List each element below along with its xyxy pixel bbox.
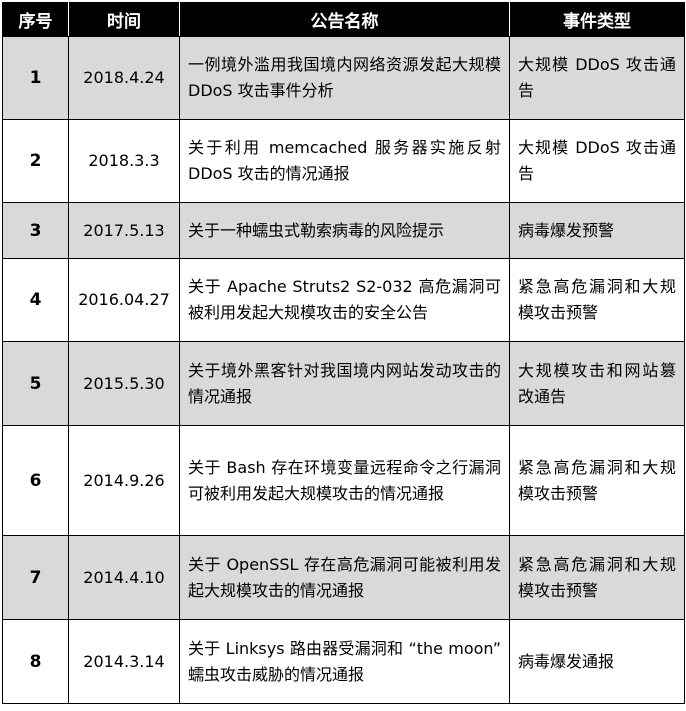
row-no: 1 xyxy=(2,36,69,120)
table-row: 3 2017.5.13 关于一种蠕虫式勒索病毒的风险提示 病毒爆发预警 xyxy=(2,202,685,259)
table-row: 1 2018.4.24 一例境外滥用我国境内网络资源发起大规模 DDoS 攻击事… xyxy=(2,36,685,120)
row-type: 大规模 DDoS 攻击通告 xyxy=(509,119,685,203)
row-title: 关于 Linksys 路由器受漏洞和 “the moon” 蠕虫攻击威胁的情况通… xyxy=(179,619,510,704)
row-no: 5 xyxy=(2,341,69,426)
row-title: 关于境外黑客针对我国境内网站发动攻击的情况通报 xyxy=(179,341,510,426)
header-row: 序号 时间 公告名称 事件类型 xyxy=(2,2,685,37)
row-title: 关于 Apache Struts2 S2-032 高危漏洞可被利用发起大规模攻击… xyxy=(179,258,510,342)
header-type: 事件类型 xyxy=(509,2,685,37)
row-type: 紧急高危漏洞和大规模攻击预警 xyxy=(509,425,685,536)
row-title: 一例境外滥用我国境内网络资源发起大规模 DDoS 攻击事件分析 xyxy=(179,36,510,120)
row-date: 2018.4.24 xyxy=(68,36,180,120)
row-no: 6 xyxy=(2,425,69,536)
table-row: 6 2014.9.26 关于 Bash 存在环境变量远程命令之行漏洞可被利用发起… xyxy=(2,425,685,536)
row-date: 2014.9.26 xyxy=(68,425,180,536)
row-title: 关于利用 memcached 服务器实施反射 DDoS 攻击的情况通报 xyxy=(179,119,510,203)
table-row: 7 2014.4.10 关于 OpenSSL 存在高危漏洞可能被利用发起大规模攻… xyxy=(2,535,685,620)
row-type: 大规模 DDoS 攻击通告 xyxy=(509,36,685,120)
row-no: 4 xyxy=(2,258,69,342)
row-title: 关于一种蠕虫式勒索病毒的风险提示 xyxy=(179,202,510,259)
row-title: 关于 Bash 存在环境变量远程命令之行漏洞可被利用发起大规模攻击的情况通报 xyxy=(179,425,510,536)
row-date: 2017.5.13 xyxy=(68,202,180,259)
header-no: 序号 xyxy=(2,2,69,37)
row-title: 关于 OpenSSL 存在高危漏洞可能被利用发起大规模攻击的情况通报 xyxy=(179,535,510,620)
row-type: 紧急高危漏洞和大规模攻击预警 xyxy=(509,535,685,620)
table-row: 5 2015.5.30 关于境外黑客针对我国境内网站发动攻击的情况通报 大规模攻… xyxy=(2,341,685,426)
row-type: 病毒爆发预警 xyxy=(509,202,685,259)
row-date: 2018.3.3 xyxy=(68,119,180,203)
row-date: 2014.4.10 xyxy=(68,535,180,620)
header-title: 公告名称 xyxy=(179,2,510,37)
row-no: 8 xyxy=(2,619,69,704)
row-type: 大规模攻击和网站篡改通告 xyxy=(509,341,685,426)
row-date: 2016.04.27 xyxy=(68,258,180,342)
table-row: 4 2016.04.27 关于 Apache Struts2 S2-032 高危… xyxy=(2,258,685,342)
announcement-table: 序号 时间 公告名称 事件类型 1 2018.4.24 一例境外滥用我国境内网络… xyxy=(2,2,685,704)
row-no: 3 xyxy=(2,202,69,259)
table-row: 8 2014.3.14 关于 Linksys 路由器受漏洞和 “the moon… xyxy=(2,619,685,704)
row-no: 7 xyxy=(2,535,69,620)
row-date: 2014.3.14 xyxy=(68,619,180,704)
row-type: 紧急高危漏洞和大规模攻击预警 xyxy=(509,258,685,342)
table-row: 2 2018.3.3 关于利用 memcached 服务器实施反射 DDoS 攻… xyxy=(2,119,685,203)
row-date: 2015.5.30 xyxy=(68,341,180,426)
row-no: 2 xyxy=(2,119,69,203)
row-type: 病毒爆发通报 xyxy=(509,619,685,704)
header-date: 时间 xyxy=(68,2,180,37)
